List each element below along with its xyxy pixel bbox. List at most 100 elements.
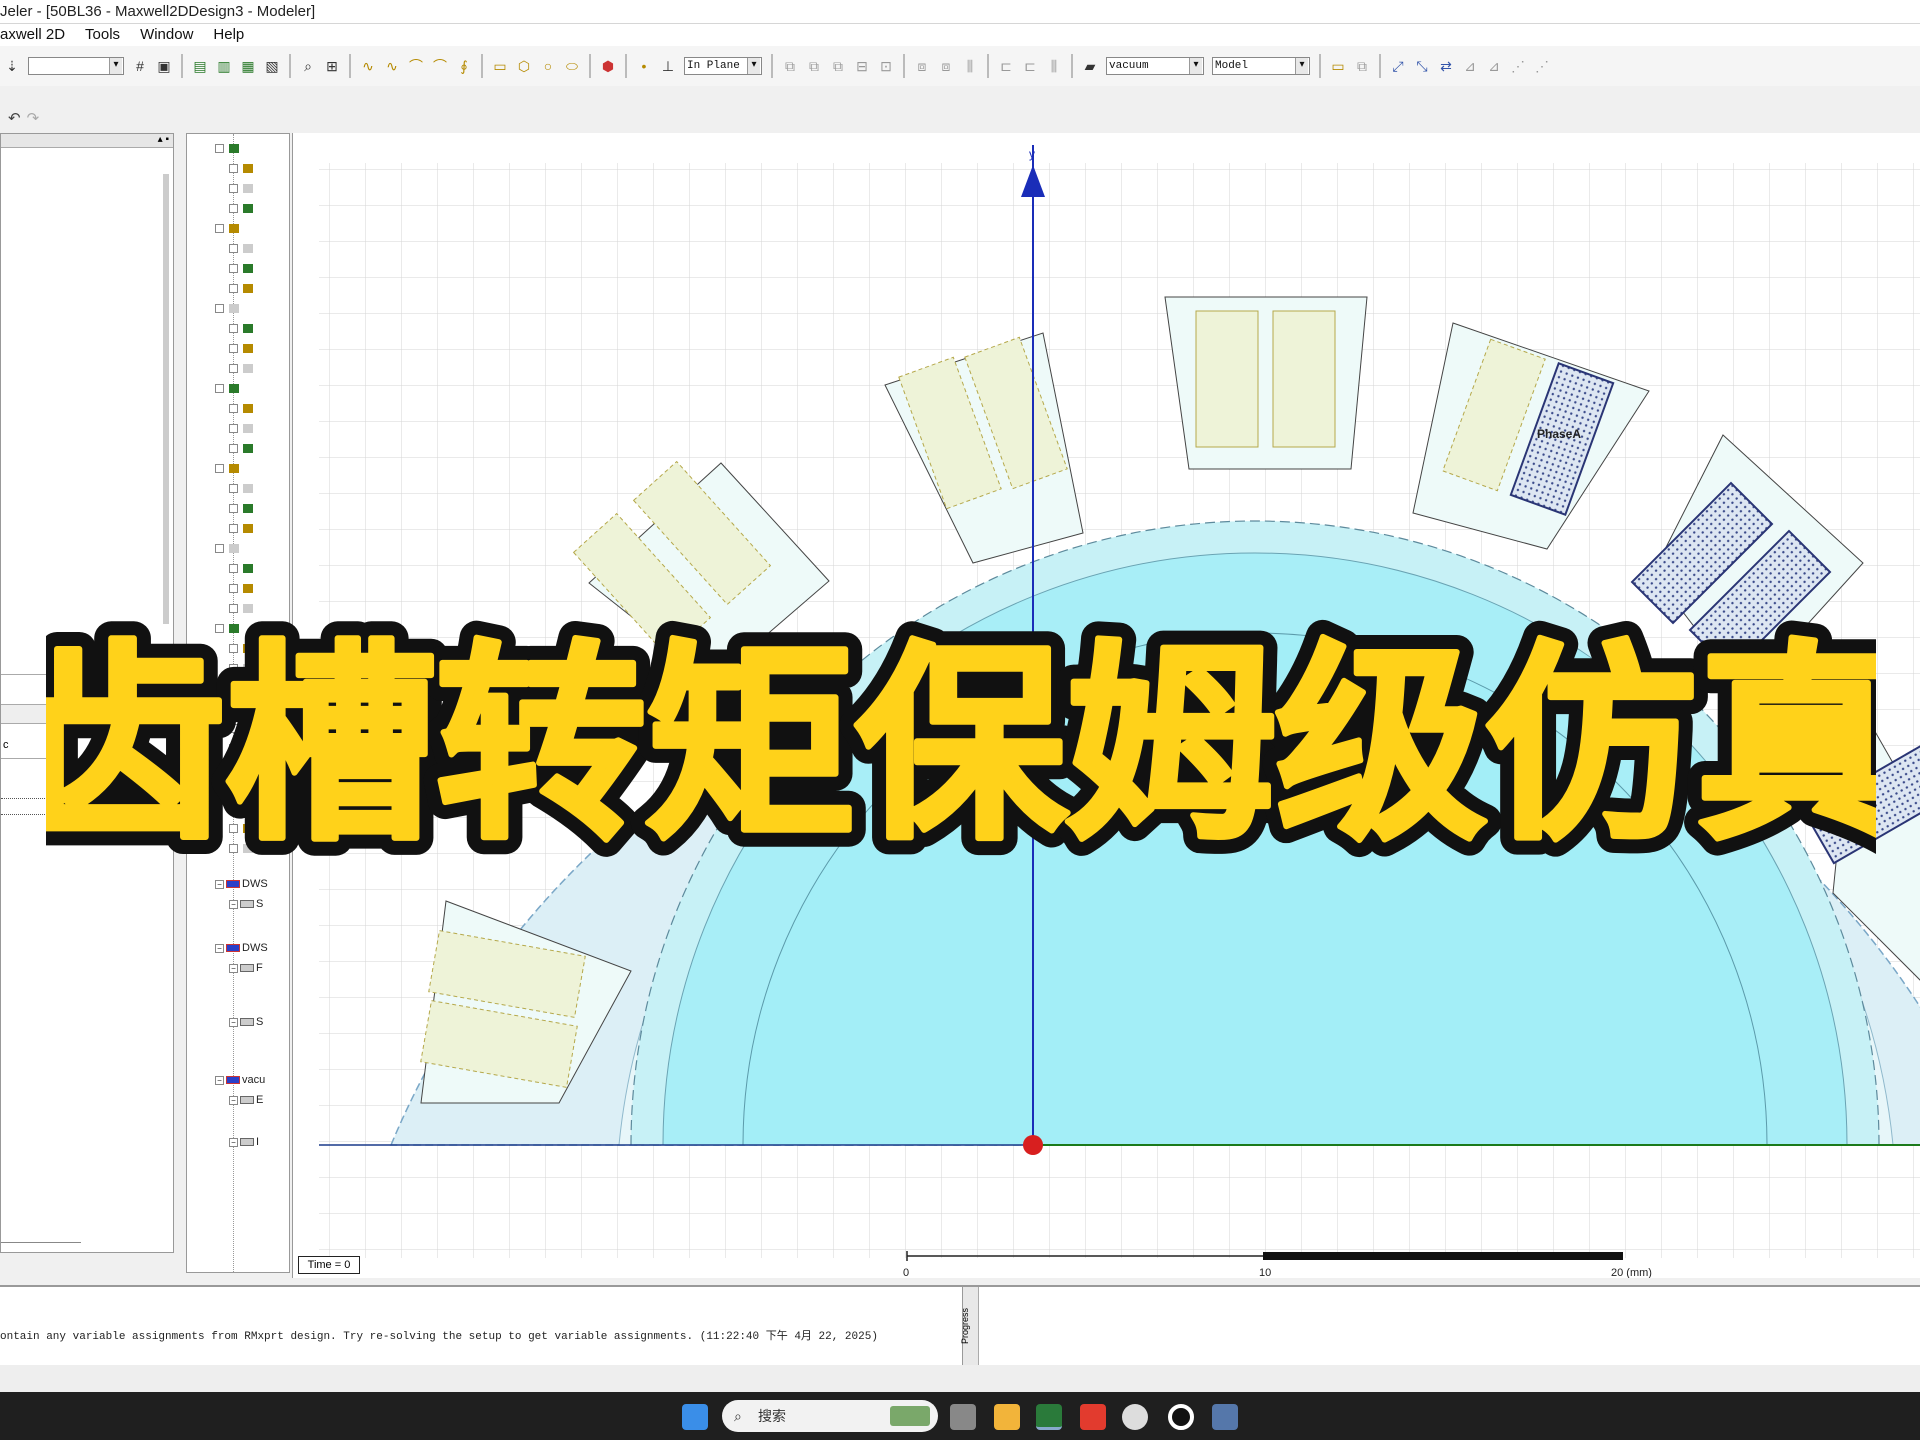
tree-branch-marker[interactable] — [229, 344, 238, 353]
tree-node-s-2[interactable]: − S — [229, 1014, 263, 1030]
duplicate-icon[interactable]: ⫼ — [961, 57, 979, 75]
tree-branch-marker[interactable] — [229, 564, 238, 573]
rectangle-draw-icon[interactable]: ▭ — [491, 57, 509, 75]
tree-node-s-1[interactable]: − S — [229, 896, 263, 912]
tree-branch-marker[interactable] — [229, 444, 238, 453]
folder-icon[interactable]: ▭ — [1329, 57, 1347, 75]
circle-draw-icon[interactable]: ○ — [539, 57, 557, 75]
tree-branch-marker[interactable] — [229, 424, 238, 433]
toolbar-separator — [1379, 54, 1381, 78]
snap-icon[interactable]: ⊿ — [1461, 57, 1479, 75]
tree-branch-marker[interactable] — [229, 244, 238, 253]
panel-scrollbar[interactable] — [163, 174, 169, 624]
tree-branch-marker[interactable] — [215, 304, 224, 313]
tree-branch-marker[interactable] — [229, 504, 238, 513]
move-icon[interactable]: ⊏ — [1021, 57, 1039, 75]
ansys-icon[interactable] — [1036, 1404, 1062, 1430]
chart-icon[interactable]: ▥ — [215, 57, 233, 75]
tree-branch-marker[interactable] — [229, 164, 238, 173]
tree-branch-marker[interactable] — [215, 464, 224, 473]
fit-selection-icon[interactable]: ⤡ — [1413, 57, 1431, 75]
redo-icon[interactable]: ↷ — [27, 109, 40, 127]
mirror-icon[interactable]: ⧈ — [937, 57, 955, 75]
coordinate-system-icon[interactable]: ⊥ — [659, 57, 677, 75]
tree-branch-marker[interactable] — [215, 144, 224, 153]
tree-branch-marker[interactable] — [229, 484, 238, 493]
menu-tools[interactable]: Tools — [85, 24, 120, 46]
snap-vertex-icon[interactable]: ⋰ — [1533, 57, 1551, 75]
tree-branch-marker[interactable] — [215, 384, 224, 393]
notes-icon[interactable]: ▤ — [191, 57, 209, 75]
menu-help[interactable]: Help — [213, 24, 244, 46]
tree-branch-marker[interactable] — [229, 184, 238, 193]
arc-center-icon[interactable]: ⌒ — [431, 57, 449, 75]
tree-branch-marker[interactable] — [215, 224, 224, 233]
sweep-icon[interactable]: ⧈ — [913, 57, 931, 75]
tree-node-f[interactable]: − F — [229, 960, 263, 976]
split-icon[interactable]: ⊟ — [853, 57, 871, 75]
polygon-draw-icon[interactable]: ⬡ — [515, 57, 533, 75]
progress-tab[interactable]: Progress — [960, 1287, 979, 1367]
tree-node-icon — [243, 204, 253, 213]
selection-dropdown[interactable] — [28, 57, 124, 75]
pan-icon[interactable]: ⊞ — [323, 57, 341, 75]
search-highlight-image — [890, 1406, 930, 1426]
menu-maxwell2d[interactable]: axwell 2D — [0, 24, 65, 46]
plane-dropdown[interactable]: In Plane — [684, 57, 762, 75]
calculator-icon[interactable] — [1212, 1404, 1238, 1430]
tree-node-i[interactable]: − I — [229, 1134, 259, 1150]
tree-branch-marker[interactable] — [215, 544, 224, 553]
tree-branch-marker[interactable] — [229, 524, 238, 533]
movement-mode-icon[interactable]: ⊿ — [1485, 57, 1503, 75]
list-icon[interactable]: ▧ — [263, 57, 281, 75]
app-icon[interactable] — [1122, 1404, 1148, 1430]
model-dropdown[interactable]: Model — [1212, 57, 1310, 75]
taskbar-search[interactable]: ⌕ 搜索 — [722, 1400, 938, 1432]
region-icon[interactable]: ⬢ — [599, 57, 617, 75]
ellipse-draw-icon[interactable]: ⬭ — [563, 57, 581, 75]
line-draw-icon[interactable]: ∿ — [359, 57, 377, 75]
select-icon[interactable]: ⇣ — [3, 57, 21, 75]
material-dropdown[interactable]: vacuum — [1106, 57, 1204, 75]
dotted-divider — [1, 798, 45, 799]
spline-draw-icon[interactable]: ∿ — [383, 57, 401, 75]
undo-icon[interactable]: ↶ — [8, 109, 21, 127]
orient-icon[interactable]: ⇄ — [1437, 57, 1455, 75]
measure-icon[interactable]: ⊏ — [997, 57, 1015, 75]
tree-branch-marker[interactable] — [229, 284, 238, 293]
matrix-icon[interactable]: ▦ — [239, 57, 257, 75]
window-icon[interactable]: ⧉ — [1353, 57, 1371, 75]
fit-all-icon[interactable]: ⤢ — [1389, 57, 1407, 75]
unite-icon[interactable]: ⧉ — [781, 57, 799, 75]
tree-node-dws-2[interactable]: − DWS — [215, 940, 268, 956]
tree-node-e[interactable]: − E — [229, 1092, 263, 1108]
equation-curve-icon[interactable]: ∮ — [455, 57, 473, 75]
separate-icon[interactable]: ⊡ — [877, 57, 895, 75]
arc-draw-icon[interactable]: ⌒ — [407, 57, 425, 75]
scale-bar-filled — [1263, 1252, 1623, 1260]
rotate-icon[interactable]: ⫼ — [1045, 57, 1063, 75]
wps-icon[interactable] — [1080, 1404, 1106, 1430]
file-explorer-icon[interactable] — [994, 1404, 1020, 1430]
grid-icon[interactable]: # — [131, 57, 149, 75]
start-icon[interactable] — [682, 1404, 708, 1430]
tree-branch-marker[interactable] — [229, 324, 238, 333]
task-view-icon[interactable] — [950, 1404, 976, 1430]
message-manager: ontain any variable assignments from RMx… — [0, 1285, 962, 1365]
subtract-icon[interactable]: ⧉ — [805, 57, 823, 75]
report-icon[interactable]: ▣ — [155, 57, 173, 75]
record-icon[interactable] — [1168, 1404, 1194, 1430]
tree-node-vacuum[interactable]: − vacu — [215, 1072, 265, 1088]
intersect-icon[interactable]: ⧉ — [829, 57, 847, 75]
tree-branch-marker[interactable] — [229, 204, 238, 213]
material-icon[interactable]: ▰ — [1081, 57, 1099, 75]
tree-branch-marker[interactable] — [229, 264, 238, 273]
progress-label: Progress — [960, 1307, 971, 1345]
tree-branch-marker[interactable] — [229, 404, 238, 413]
snap-grid-icon[interactable]: ⋰ — [1509, 57, 1527, 75]
zoom-icon[interactable]: ⌕ — [299, 57, 317, 75]
tree-branch-marker[interactable] — [229, 364, 238, 373]
menu-window[interactable]: Window — [140, 24, 193, 46]
message-line[interactable]: ontain any variable assignments from RMx… — [0, 1331, 878, 1343]
point-icon[interactable]: • — [635, 57, 653, 75]
